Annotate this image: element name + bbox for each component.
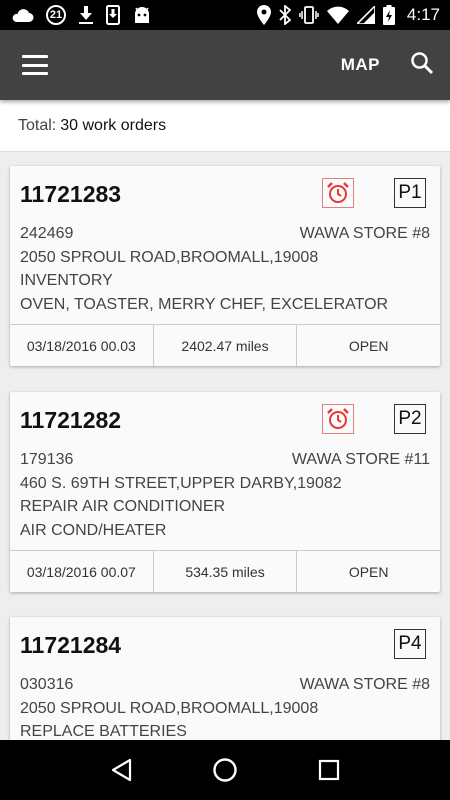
- work-order-list[interactable]: 11721283 P1 242469 WAWA STORE #8 2050 SP…: [0, 152, 450, 740]
- android-icon: [132, 6, 152, 24]
- signal-icon: [356, 6, 375, 24]
- vibrate-icon: [299, 6, 319, 24]
- recents-icon[interactable]: [318, 759, 340, 781]
- priority-badge: P2: [394, 404, 426, 434]
- wifi-icon: [326, 6, 349, 24]
- task-description: INVENTORY: [20, 272, 113, 289]
- task-description: REPAIR AIR CONDITIONER: [20, 498, 226, 515]
- alarm-clock-icon: [322, 404, 354, 434]
- card-header: 11721283 P1: [10, 166, 440, 218]
- address: 460 S. 69TH STREET,UPPER DARBY,19082: [20, 474, 342, 492]
- site-code: 179136: [20, 451, 74, 468]
- store-name: WAWA STORE #8: [299, 676, 430, 693]
- status-right: 4:17: [256, 5, 440, 25]
- total-value: 30 work orders: [60, 116, 167, 134]
- task-description: REPLACE BATTERIES: [20, 723, 187, 740]
- cloud-icon: [10, 7, 34, 23]
- alarm-clock-icon: [322, 178, 354, 208]
- card-details: 242469 WAWA STORE #8 2050 SPROUL ROAD,BR…: [10, 218, 440, 324]
- scheduled-date: 03/18/2016 00.07: [10, 551, 154, 592]
- work-order-card[interactable]: 11721282 P2 179136 WAWA STORE #11 460 S.…: [10, 392, 440, 592]
- bluetooth-icon: [279, 5, 291, 25]
- store-name: WAWA STORE #11: [291, 451, 430, 468]
- status-text: OPEN: [348, 563, 389, 580]
- card-header: 11721284 P4: [10, 617, 440, 669]
- card-details: 030316 WAWA STORE #8 2050 SPROUL ROAD,BR…: [10, 669, 440, 740]
- battery-charging-icon: [382, 5, 395, 25]
- equipment: AIR COND/HEATER: [20, 521, 167, 539]
- download-icon: [78, 6, 94, 24]
- work-order-number: 11721282: [20, 407, 122, 433]
- card-header: 11721282 P2: [10, 392, 440, 444]
- notification-count-badge: 21: [46, 5, 66, 25]
- work-order-number: 11721284: [20, 632, 122, 658]
- work-order-number: 11721283: [20, 181, 122, 207]
- home-icon[interactable]: [212, 757, 238, 783]
- card-footer: 03/18/2016 00.03 2402.47 miles OPEN: [10, 324, 440, 366]
- distance: 534.35 miles: [154, 551, 298, 592]
- address: 2050 SPROUL ROAD,BROOMALL,19008: [20, 699, 319, 717]
- menu-icon[interactable]: [22, 55, 48, 75]
- equipment: OVEN, TOASTER, MERRY CHEF, EXCELERATOR: [20, 295, 389, 313]
- work-order-summary: Total: 30 work orders: [0, 100, 450, 152]
- card-footer: 03/18/2016 00.07 534.35 miles OPEN: [10, 550, 440, 592]
- work-order-card[interactable]: 11721284 P4 030316 WAWA STORE #8 2050 SP…: [10, 617, 440, 740]
- system-nav-bar: [0, 740, 450, 800]
- card-details: 179136 WAWA STORE #11 460 S. 69TH STREET…: [10, 444, 440, 550]
- back-icon[interactable]: [110, 758, 132, 782]
- site-code: 242469: [20, 225, 74, 242]
- status-text: OPEN: [348, 337, 389, 354]
- store-name: WAWA STORE #8: [299, 225, 430, 242]
- status-left: 21: [10, 5, 152, 25]
- phone-download-icon: [106, 5, 120, 25]
- total-label: Total:: [18, 116, 57, 134]
- map-button[interactable]: MAP: [341, 55, 380, 75]
- work-order-card[interactable]: 11721283 P1 242469 WAWA STORE #8 2050 SP…: [10, 166, 440, 366]
- address: 2050 SPROUL ROAD,BROOMALL,19008: [20, 248, 319, 266]
- status-bar: 21 4:17: [0, 0, 450, 30]
- app-toolbar: MAP: [0, 30, 450, 100]
- site-code: 030316: [20, 676, 74, 693]
- priority-badge: P4: [394, 629, 426, 659]
- location-icon: [256, 5, 271, 25]
- scheduled-date: 03/18/2016 00.03: [10, 325, 154, 366]
- clock: 4:17: [406, 5, 440, 24]
- priority-badge: P1: [394, 178, 426, 208]
- search-icon[interactable]: [410, 51, 434, 80]
- distance: 2402.47 miles: [154, 325, 298, 366]
